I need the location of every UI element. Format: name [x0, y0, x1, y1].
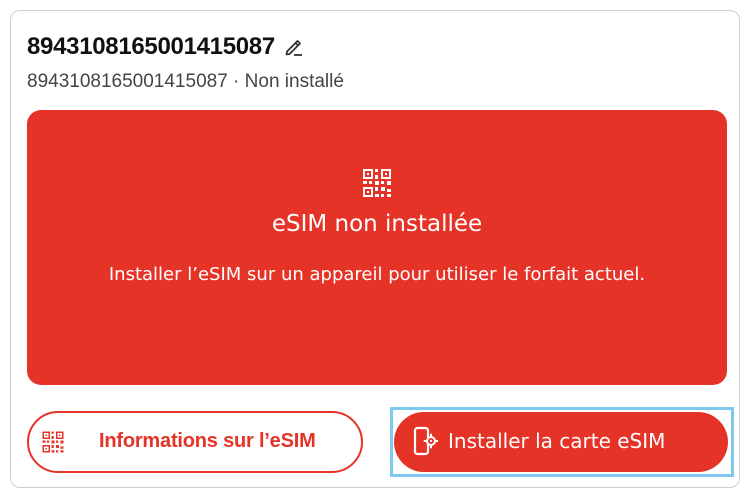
esim-info-button[interactable]: Informations sur l’eSIM: [27, 411, 363, 473]
sim-title: 8943108165001415087: [27, 33, 275, 60]
qr-code-icon: [363, 169, 391, 197]
phone-settings-icon: [413, 426, 438, 456]
qr-code-icon: [42, 431, 64, 453]
esim-info-label: Informations sur l’eSIM: [99, 430, 316, 452]
esim-card: 8943108165001415087 8943108165001415087 …: [10, 10, 740, 488]
banner-heading: eSIM non installée: [271, 211, 483, 237]
sim-subtitle: 8943108165001415087 · Non installé: [27, 71, 344, 92]
banner-message: Installer l’eSIM sur un appareil pour ut…: [108, 264, 646, 285]
esim-status-banner: eSIM non installée Installer l’eSIM sur …: [27, 110, 727, 385]
install-esim-label: Installer la carte eSIM: [448, 429, 666, 453]
install-esim-button[interactable]: Installer la carte eSIM: [394, 412, 728, 472]
pencil-icon[interactable]: [283, 36, 305, 58]
title-row: 8943108165001415087: [27, 33, 305, 61]
